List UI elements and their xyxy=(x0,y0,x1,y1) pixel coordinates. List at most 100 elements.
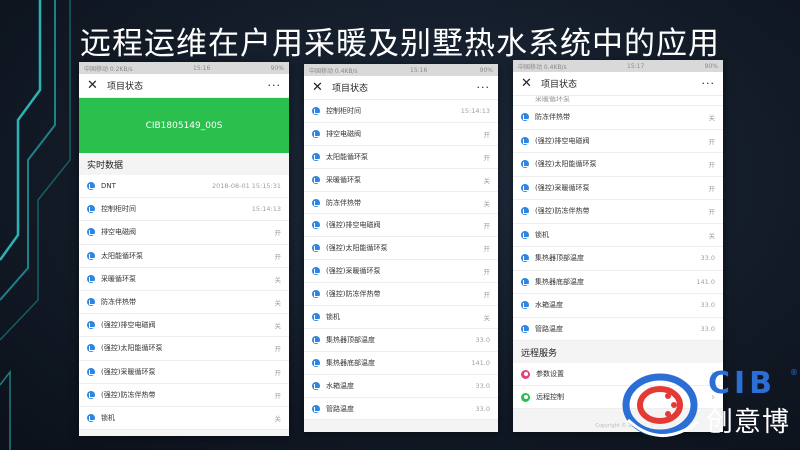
phone-screen-1: 中国移动 0.2KB/s 15:16 90% ✕ 项目状态 ··· CIB180… xyxy=(79,62,289,436)
item-label: (强控)采暖循环泵 xyxy=(101,367,156,376)
more-icon[interactable]: ··· xyxy=(268,80,282,91)
close-icon[interactable]: ✕ xyxy=(521,77,535,90)
data-point-icon xyxy=(312,152,320,161)
item-value: 关 xyxy=(274,299,282,308)
nav-title: 项目状态 xyxy=(541,80,578,90)
list-item[interactable]: (强控)太阳能循环泵 开 xyxy=(513,153,723,177)
list-item[interactable]: 控制柜时间 15:14:13 xyxy=(304,100,498,123)
item-label: 防冻伴热带 xyxy=(326,198,361,207)
project-banner: CIB1805149_00S xyxy=(79,98,289,153)
data-point-icon xyxy=(312,358,320,367)
list-item[interactable]: (强控)太阳能循环泵 开 xyxy=(304,237,498,261)
item-label: 排空电磁阀 xyxy=(326,129,361,138)
data-point-icon xyxy=(521,324,529,333)
item-label: 太阳能循环泵 xyxy=(326,152,368,161)
status-bar: 中国移动 0.2KB/s 15:16 90% xyxy=(79,62,289,74)
data-point-icon xyxy=(312,129,320,138)
list-item[interactable]: 排空电磁阀 开 xyxy=(79,221,289,245)
item-value: 开 xyxy=(483,268,491,277)
item-label: 控制柜时间 xyxy=(101,205,136,214)
data-point-icon xyxy=(521,301,529,310)
item-value: 关 xyxy=(708,231,716,240)
more-icon[interactable]: ··· xyxy=(477,82,491,93)
list-item[interactable]: (强控)排空电磁阀 开 xyxy=(304,214,498,238)
list-item[interactable]: 水箱温度 33.0 xyxy=(304,374,498,398)
more-icon[interactable]: ··· xyxy=(702,78,716,89)
list-item[interactable]: 集热器顶部温度 33.0 xyxy=(304,328,498,352)
status-time: 15:17 xyxy=(627,62,645,70)
list-item[interactable]: (强控)防冻伴热带 开 xyxy=(79,383,289,407)
list-item[interactable]: (强控)采暖循环泵 开 xyxy=(513,176,723,200)
item-label: (强控)采暖循环泵 xyxy=(535,183,590,192)
item-value: 关 xyxy=(483,199,491,208)
list-item[interactable]: 防冻伴热带 关 xyxy=(304,191,498,215)
item-label: 采暖循环泵 xyxy=(101,274,136,283)
item-value: 关 xyxy=(483,176,491,185)
list-item[interactable]: DNT 2018-08-01 15:15:31 xyxy=(79,175,289,199)
list-item[interactable]: 防冻伴热带 关 xyxy=(513,106,723,130)
data-point-icon xyxy=(312,221,320,230)
list-item[interactable]: 管路温度 33.0 xyxy=(513,317,723,341)
list-item[interactable]: 防冻伴热带 关 xyxy=(79,290,289,315)
item-value: 开 xyxy=(274,229,282,238)
item-value: 关 xyxy=(274,414,282,423)
item-value: 关 xyxy=(274,275,282,284)
data-point-icon xyxy=(87,298,95,307)
item-label: DNT xyxy=(101,182,116,191)
list-item[interactable]: (强控)排空电磁阀 开 xyxy=(513,129,723,153)
item-value: 15:14:13 xyxy=(251,205,281,214)
list-item[interactable]: (强控)排空电磁阀 关 xyxy=(79,314,289,338)
list-item[interactable]: 管路温度 33.0 xyxy=(304,397,498,421)
data-list: DNT 2018-08-01 15:15:31 控制柜时间 15:14:13 排空电磁阀… xyxy=(79,175,289,431)
item-value: 开 xyxy=(708,184,716,193)
list-item[interactable]: 锁机 关 xyxy=(79,406,289,431)
item-value: 关 xyxy=(483,313,491,322)
list-item[interactable]: (强控)采暖循环泵 开 xyxy=(79,360,289,384)
list-item[interactable]: 水箱温度 33.0 xyxy=(513,294,723,318)
item-value: 开 xyxy=(483,130,491,139)
list-item[interactable]: 锁机 关 xyxy=(513,223,723,247)
carrier-text: 中国移动 0.2KB/s xyxy=(84,65,133,73)
item-label: 集热器顶部温度 xyxy=(535,254,584,263)
data-point-icon xyxy=(521,230,529,239)
list-item[interactable]: 采暖循环泵 关 xyxy=(79,267,289,291)
list-item[interactable]: 太阳能循环泵 开 xyxy=(79,244,289,268)
list-item[interactable]: 太阳能循环泵 开 xyxy=(304,145,498,169)
item-label: 锁机 xyxy=(535,230,549,239)
item-label: 排空电磁阀 xyxy=(101,228,136,237)
list-item[interactable]: 集热器顶部温度 33.0 xyxy=(513,247,723,271)
item-value: 33.0 xyxy=(700,324,715,333)
data-point-icon xyxy=(312,267,320,276)
item-value: 141.0 xyxy=(696,277,715,286)
item-label: 水箱温度 xyxy=(535,301,563,310)
partial-list-item[interactable]: 采暖循环泵 xyxy=(513,96,723,106)
list-item[interactable]: 采暖循环泵 关 xyxy=(304,168,498,192)
item-label: 防冻伴热带 xyxy=(535,113,570,122)
list-item[interactable]: (强控)防冻伴热带 开 xyxy=(304,283,498,307)
item-label: 采暖循环泵 xyxy=(326,175,361,184)
close-icon[interactable]: ✕ xyxy=(87,79,101,92)
close-icon[interactable]: ✕ xyxy=(312,81,326,94)
item-value: 开 xyxy=(483,153,491,162)
gear-icon xyxy=(521,369,530,379)
nav-title: 项目状态 xyxy=(332,84,369,94)
list-item[interactable]: (强控)太阳能循环泵 开 xyxy=(79,337,289,361)
list-item[interactable]: 控制柜时间 15:14:13 xyxy=(79,198,289,222)
list-item[interactable]: (强控)采暖循环泵 开 xyxy=(304,260,498,284)
data-point-icon xyxy=(312,244,320,253)
list-item[interactable]: 锁机 关 xyxy=(304,306,498,329)
list-item[interactable]: 集热器底部温度 141.0 xyxy=(513,270,723,294)
list-item[interactable]: 排空电磁阀 开 xyxy=(304,122,498,146)
item-value: 开 xyxy=(708,161,716,170)
data-point-icon xyxy=(312,335,320,344)
remote-control-icon xyxy=(521,392,530,402)
item-value: 开 xyxy=(483,291,491,300)
list-item[interactable]: (强控)防冻伴热带 开 xyxy=(513,200,723,224)
list-item[interactable]: 集热器底部温度 141.0 xyxy=(304,351,498,375)
data-point-icon xyxy=(87,182,95,191)
item-label: 防冻伴热带 xyxy=(101,298,136,307)
data-point-icon xyxy=(87,228,95,237)
item-value: 开 xyxy=(483,222,491,231)
nav-bar: ✕ 项目状态 ··· xyxy=(304,76,498,100)
data-point-icon xyxy=(312,404,320,413)
